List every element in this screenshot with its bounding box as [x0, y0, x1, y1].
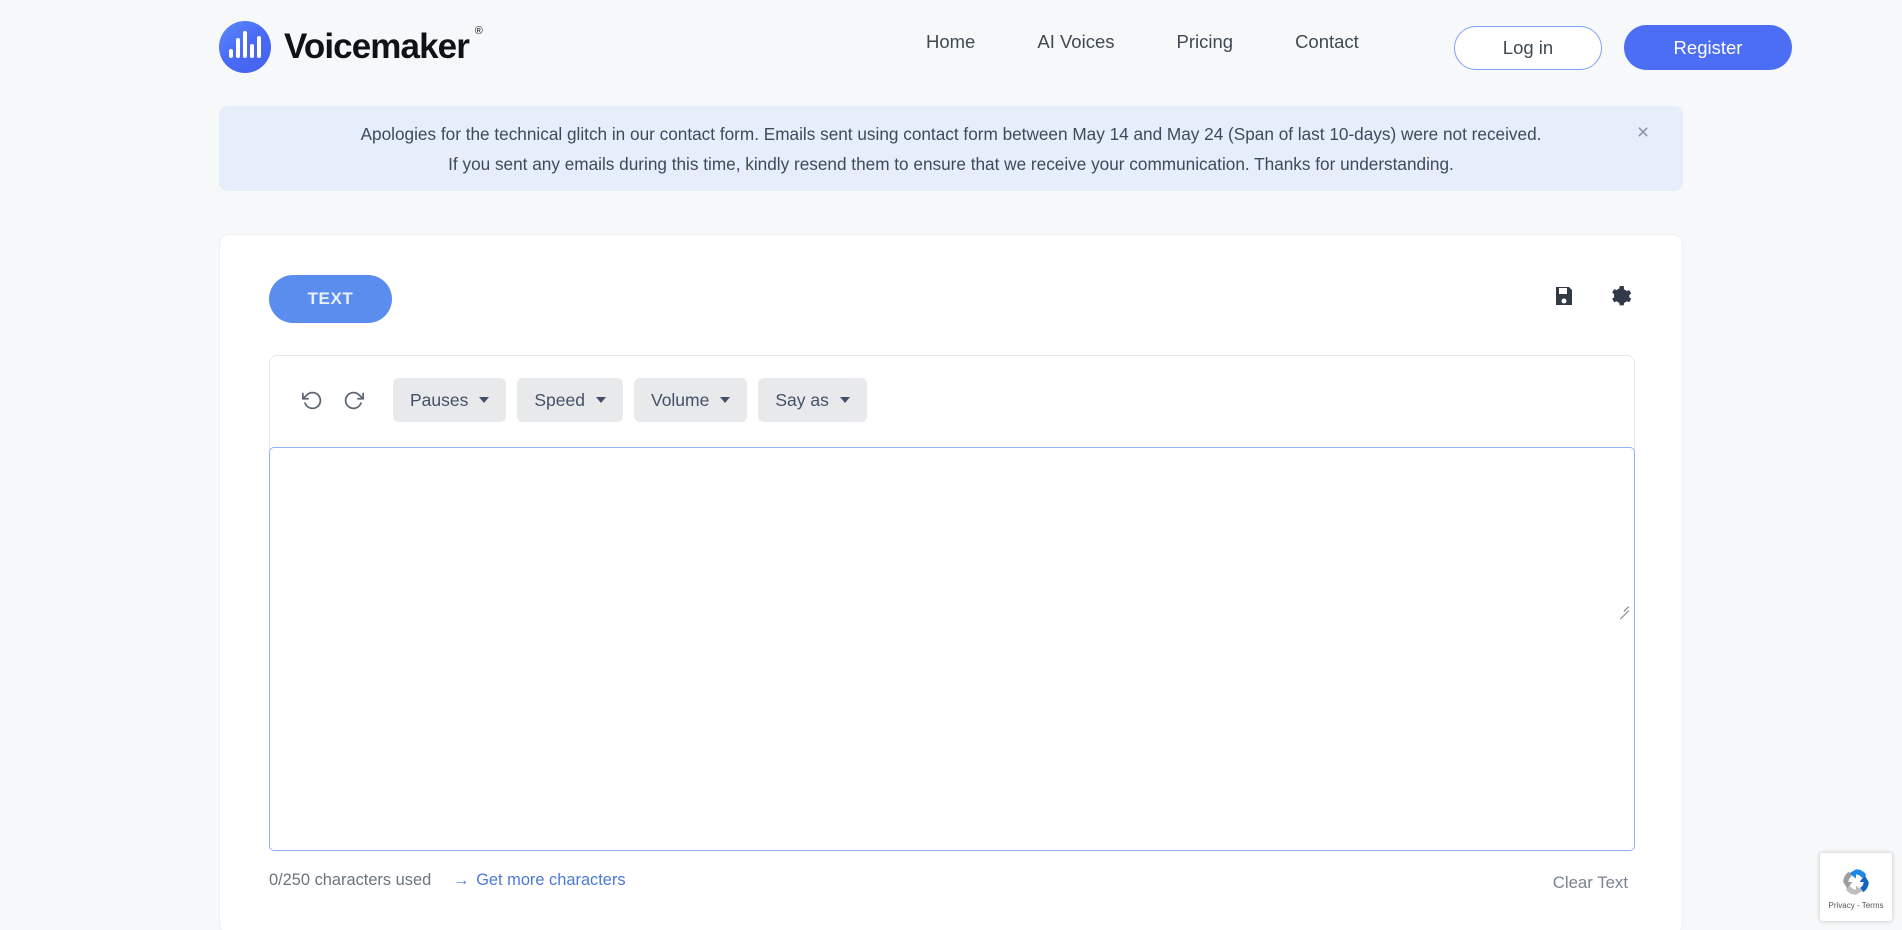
dropdown-pauses-label: Pauses — [410, 390, 468, 411]
registered-mark: ® — [475, 25, 482, 37]
tab-text[interactable]: TEXT — [269, 275, 392, 323]
brand-name: Voicemaker ® — [284, 27, 469, 67]
gear-icon[interactable] — [1607, 283, 1633, 309]
nav-item-pricing[interactable]: Pricing — [1146, 28, 1265, 56]
main-navigation: Home AI Voices Pricing Contact — [895, 28, 1390, 56]
chevron-down-icon — [720, 397, 730, 403]
dropdown-pauses[interactable]: Pauses — [393, 378, 506, 422]
site-header: Voicemaker ® Home AI Voices Pricing Cont… — [0, 0, 1902, 95]
recaptcha-terms[interactable]: Privacy - Terms — [1829, 901, 1884, 910]
tts-editor-card: TEXT — [219, 234, 1683, 930]
waveform-icon — [219, 21, 271, 73]
notice-banner: Apologies for the technical glitch in ou… — [219, 106, 1683, 191]
register-button[interactable]: Register — [1624, 25, 1792, 70]
nav-item-ai-voices[interactable]: AI Voices — [1006, 28, 1145, 56]
recaptcha-icon — [1839, 865, 1873, 899]
login-button[interactable]: Log in — [1454, 26, 1602, 70]
dropdown-speed[interactable]: Speed — [517, 378, 623, 422]
dropdown-speed-label: Speed — [534, 390, 585, 411]
chevron-down-icon — [479, 397, 489, 403]
get-more-characters-link[interactable]: → Get more characters — [453, 871, 625, 890]
notice-line-1: Apologies for the technical glitch in ou… — [361, 124, 1542, 144]
redo-icon[interactable] — [338, 385, 368, 415]
dropdown-say-as-label: Say as — [775, 390, 829, 411]
editor-toolbar: Pauses Speed Volume Say as — [270, 356, 1634, 444]
arrow-right-icon: → — [453, 873, 469, 889]
character-count: 0/250 characters used — [269, 871, 431, 890]
card-toolbar-row: TEXT — [220, 235, 1682, 339]
dropdown-volume-label: Volume — [651, 390, 709, 411]
undo-icon[interactable] — [297, 385, 327, 415]
chevron-down-icon — [596, 397, 606, 403]
brand-logo[interactable]: Voicemaker ® — [219, 21, 469, 73]
nav-item-contact[interactable]: Contact — [1264, 28, 1390, 56]
dropdown-volume[interactable]: Volume — [634, 378, 747, 422]
recaptcha-badge[interactable]: Privacy - Terms — [1820, 853, 1892, 921]
notice-banner-text: Apologies for the technical glitch in ou… — [361, 119, 1542, 179]
brand-name-text: Voicemaker — [284, 27, 469, 66]
text-input[interactable] — [269, 447, 1635, 851]
save-icon[interactable] — [1551, 283, 1577, 309]
character-counter-row: 0/250 characters used → Get more charact… — [269, 871, 626, 890]
chevron-down-icon — [840, 397, 850, 403]
nav-item-home[interactable]: Home — [895, 28, 1006, 56]
close-icon[interactable]: × — [1630, 119, 1656, 145]
auth-actions: Log in Register — [1454, 25, 1792, 70]
get-more-characters-label: Get more characters — [476, 871, 625, 890]
clear-text-button[interactable]: Clear Text — [1553, 873, 1628, 893]
notice-line-2: If you sent any emails during this time,… — [448, 154, 1454, 174]
card-action-icons — [1551, 283, 1633, 309]
dropdown-say-as[interactable]: Say as — [758, 378, 867, 422]
page-root: Voicemaker ® Home AI Voices Pricing Cont… — [0, 0, 1902, 930]
